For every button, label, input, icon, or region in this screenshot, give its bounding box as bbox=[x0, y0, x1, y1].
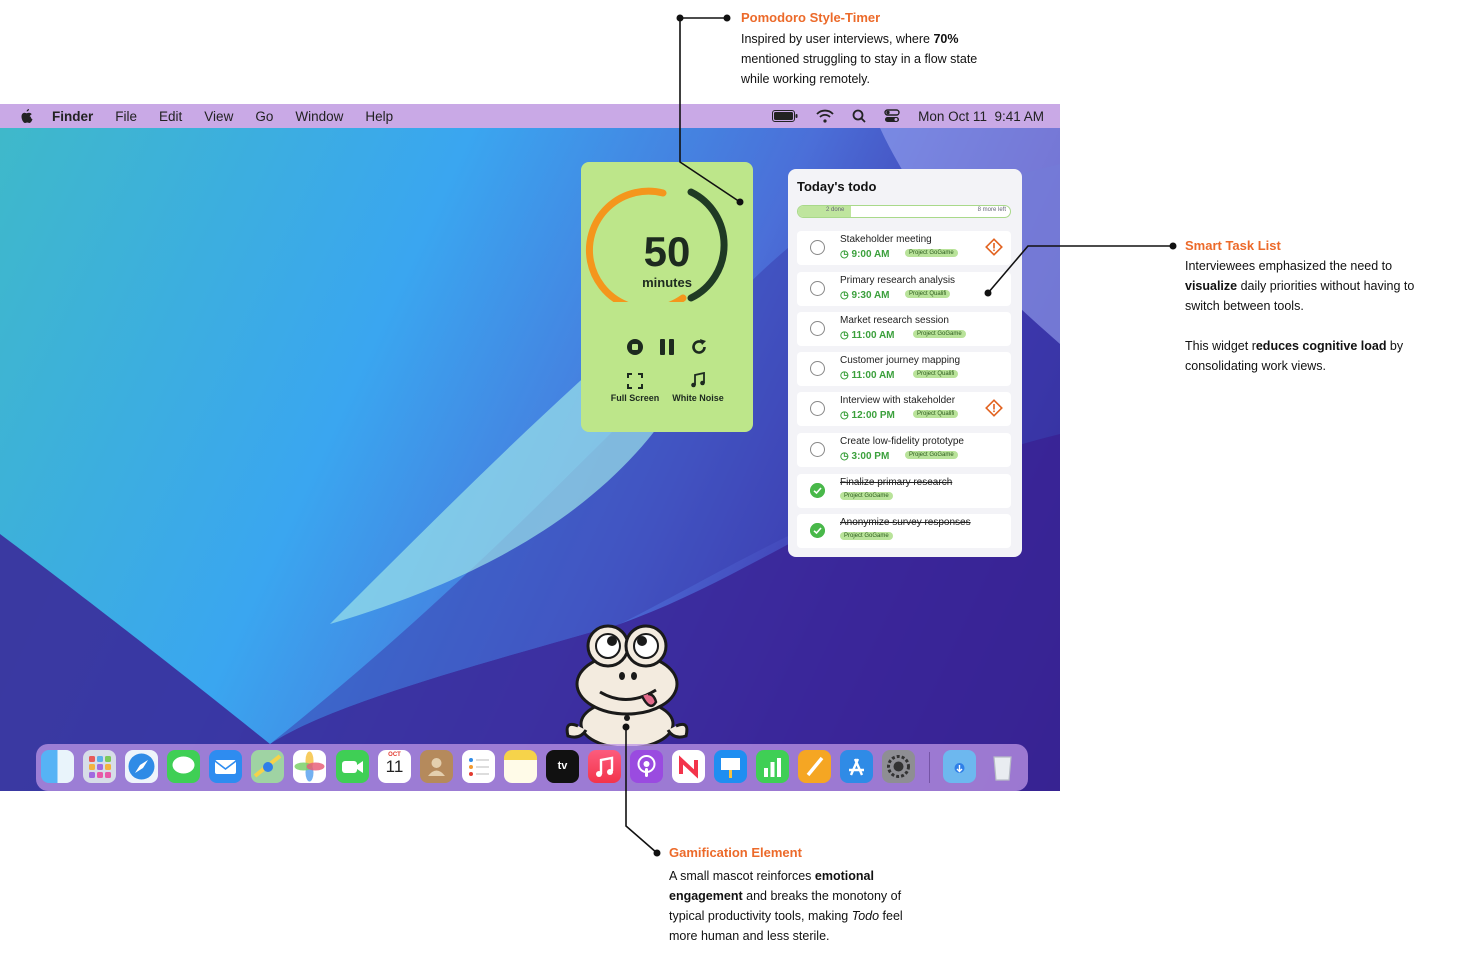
annotation-line: Interviewees emphasized the need to bbox=[1185, 259, 1393, 273]
annotation-line: A small mascot reinforces emotional bbox=[669, 866, 903, 886]
annotation-emphasis: engagement bbox=[669, 889, 743, 903]
annotation-tasks-title: Smart Task List bbox=[1185, 238, 1281, 253]
annotation-emphasis: educes cognitive load bbox=[1255, 339, 1387, 353]
annotation-line: more human and less sterile. bbox=[669, 929, 830, 943]
annotation-pomodoro-text: Inspired by user interviews, where 70% m… bbox=[741, 29, 977, 89]
annotation-gamification-text: A small mascot reinforces emotional enga… bbox=[669, 866, 903, 946]
annotation-tasks-text: Interviewees emphasized the need to visu… bbox=[1185, 256, 1414, 376]
annotation-fragment: daily priorities without having to bbox=[1237, 279, 1415, 293]
annotation-fragment: This widget r bbox=[1185, 339, 1256, 353]
annotation-emphasis: emotional bbox=[814, 869, 874, 883]
annotation-fragment: Inspired by user interviews, where bbox=[741, 32, 934, 46]
annotation-line: typical productivity tools, making Todo … bbox=[669, 906, 903, 926]
annotation-line: while working remotely. bbox=[741, 72, 870, 86]
annotation-line: consolidating work views. bbox=[1185, 359, 1327, 373]
annotation-line: mentioned struggling to stay in a flow s… bbox=[741, 52, 978, 66]
annotation-fragment: typical productivity tools, making bbox=[669, 909, 852, 923]
annotation-fragment: and breaks the monotony of bbox=[742, 889, 902, 903]
annotation-fragment: by bbox=[1386, 339, 1404, 353]
annotation-line: visualize daily priorities without havin… bbox=[1185, 276, 1414, 296]
annotation-line: engagement and breaks the monotony of bbox=[669, 886, 903, 906]
annotation-lines bbox=[622, 14, 1177, 857]
annotation-emphasis: 70% bbox=[933, 32, 959, 46]
annotation-italic: Todo bbox=[851, 909, 880, 923]
annotation-pomodoro-title: Pomodoro Style-Timer bbox=[741, 10, 881, 25]
annotation-gamification-title: Gamification Element bbox=[669, 845, 802, 860]
annotation-emphasis: visualize bbox=[1185, 279, 1238, 293]
annotation-fragment: A small mascot reinforces bbox=[669, 869, 815, 883]
annotation-spacer bbox=[1185, 316, 1414, 336]
annotation-line: This widget reduces cognitive load by bbox=[1185, 336, 1414, 356]
annotation-fragment: feel bbox=[879, 909, 903, 923]
annotation-line: switch between tools. bbox=[1185, 299, 1304, 313]
annotation-line: Inspired by user interviews, where 70% bbox=[741, 29, 977, 49]
